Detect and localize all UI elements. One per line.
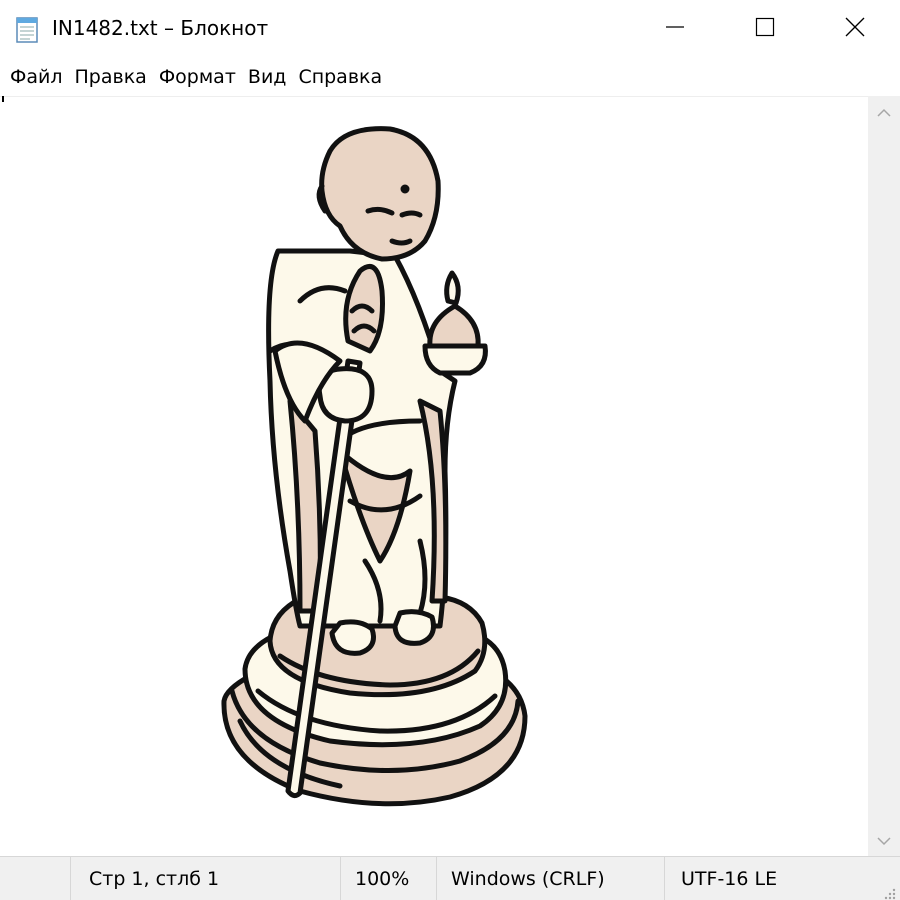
menu-view[interactable]: Вид — [244, 66, 291, 88]
scroll-down-button[interactable] — [868, 824, 900, 856]
chevron-down-icon — [877, 831, 891, 850]
maximize-icon — [755, 17, 775, 41]
menu-edit[interactable]: Правка — [71, 66, 151, 88]
cursor-position: Стр 1, стлб 1 — [70, 857, 340, 900]
menu-file[interactable]: Файл — [6, 66, 67, 88]
maximize-button[interactable] — [720, 0, 810, 58]
minimize-button[interactable] — [630, 0, 720, 58]
status-bar: Стр 1, стлб 1 100% Windows (CRLF) UTF-16… — [0, 856, 900, 900]
text-caret — [2, 96, 4, 102]
notepad-icon — [12, 14, 42, 44]
jizo-statue-illustration — [221, 126, 528, 807]
line-ending: Windows (CRLF) — [436, 857, 664, 900]
window-title: IN1482.txt – Блокнот — [52, 16, 269, 40]
title-bar[interactable]: IN1482.txt – Блокнот — [0, 0, 900, 58]
menu-format[interactable]: Формат — [155, 66, 240, 88]
menu-help[interactable]: Справка — [294, 66, 386, 88]
zoom-level: 100% — [340, 857, 436, 900]
close-icon — [844, 16, 866, 42]
minimize-icon — [665, 17, 685, 41]
vertical-scrollbar[interactable] — [868, 96, 900, 856]
close-button[interactable] — [810, 0, 900, 58]
notepad-window: IN1482.txt – Блокнот Файл Правка Формат … — [0, 0, 900, 900]
resize-grip-icon[interactable] — [882, 883, 896, 900]
text-editor-area[interactable] — [0, 96, 868, 857]
encoding: UTF-16 LE — [664, 857, 864, 900]
scroll-up-button[interactable] — [868, 96, 900, 128]
chevron-up-icon — [877, 103, 891, 122]
menu-bar: Файл Правка Формат Вид Справка — [0, 58, 900, 96]
